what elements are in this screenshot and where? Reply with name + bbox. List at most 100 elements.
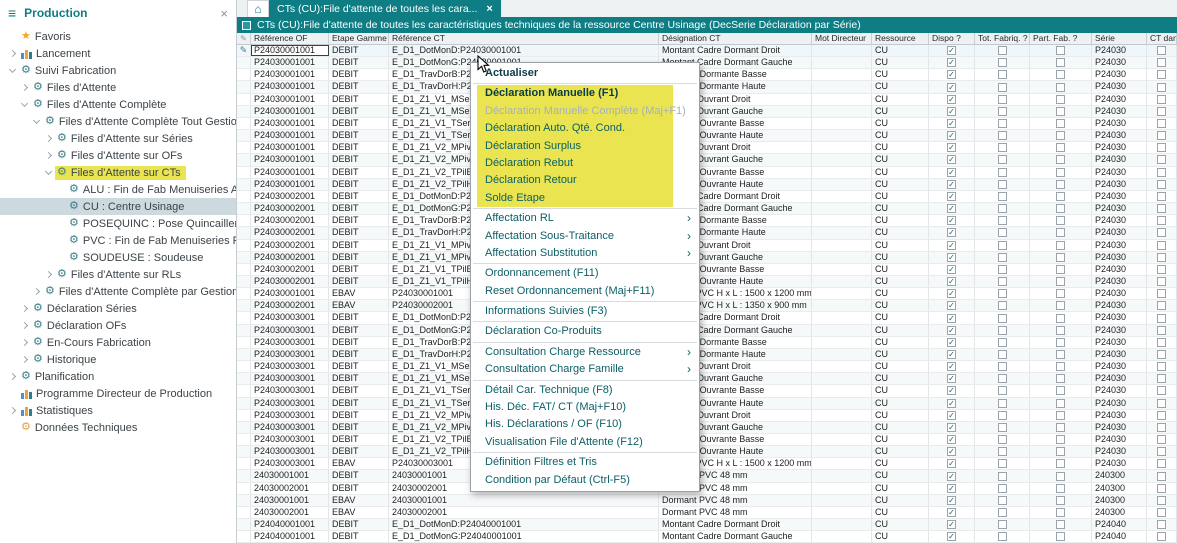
table-row[interactable]: P24030001001 DEBIT E_D1_TravDorH:P24030001…: [237, 81, 1177, 94]
row-selector-cell[interactable]: [237, 361, 251, 373]
column-header-ct_dans[interactable]: CT dans: [1147, 33, 1177, 44]
checkbox-part_fab[interactable]: [1056, 82, 1065, 92]
row-selector-cell[interactable]: [237, 154, 251, 166]
table-row[interactable]: 24030001001 EBAV 24030001001 Dormant PVC 48…: [237, 494, 1177, 507]
checkbox-tot_fabriq[interactable]: [997, 179, 1007, 189]
column-header-part_fab[interactable]: Part. Fab. ?: [1030, 33, 1092, 44]
chevron-collapsed-icon[interactable]: [42, 270, 55, 279]
checkbox-part_fab[interactable]: [1056, 46, 1065, 56]
checkbox-ct_dans[interactable]: [1157, 301, 1166, 311]
table-row[interactable]: 24030002001 DEBIT 24030002001 Dormant PVC 4…: [237, 482, 1177, 495]
checkbox-dispo[interactable]: ✓: [947, 228, 956, 238]
table-row[interactable]: P24030001001 DEBIT E_D1_Z1_V1_TSerH:P24030…: [237, 130, 1177, 143]
sidebar-item-pvc-fin-de-fab-menuiseries-pvc[interactable]: ⚙PVC : Fin de Fab Menuiseries PVC: [0, 232, 236, 249]
table-row[interactable]: P24030003001 DEBIT E_D1_Z1_V1_TSerH:P24030…: [237, 397, 1177, 410]
column-header-dispo[interactable]: Dispo ?: [929, 33, 975, 44]
checkbox-ct_dans[interactable]: [1157, 422, 1166, 432]
checkbox-dispo[interactable]: ✓: [947, 313, 956, 323]
sidebar-item-lancement[interactable]: Lancement: [0, 45, 236, 62]
row-selector-cell[interactable]: [237, 409, 251, 421]
row-selector-cell[interactable]: [237, 446, 251, 458]
checkbox-part_fab[interactable]: [1056, 362, 1065, 372]
row-selector-cell[interactable]: [237, 288, 251, 300]
checkbox-tot_fabriq[interactable]: [997, 337, 1007, 347]
table-row[interactable]: P24030001001 DEBIT E_D1_Z1_V1_TSerB:P24030…: [237, 117, 1177, 131]
sidebar-item-files-d-attente-sur-cts[interactable]: ⚙ Files d'Attente sur CTs: [0, 164, 236, 181]
row-selector-cell[interactable]: [237, 434, 251, 446]
checkbox-ct_dans[interactable]: [1157, 46, 1166, 56]
row-selector-cell[interactable]: [237, 397, 251, 409]
checkbox-dispo[interactable]: ✓: [947, 349, 956, 359]
checkbox-part_fab[interactable]: [1056, 313, 1065, 323]
checkbox-part_fab[interactable]: [1056, 398, 1065, 408]
row-selector-cell[interactable]: [237, 482, 251, 494]
sidebar-item-d-claration-ofs[interactable]: ⚙ Déclaration OFs: [0, 317, 236, 334]
chevron-expanded-icon[interactable]: [6, 65, 19, 74]
checkbox-dispo[interactable]: ✓: [947, 325, 956, 335]
table-row[interactable]: P24030001001 DEBIT E_D1_TravDorB:P24030001…: [237, 69, 1177, 82]
checkbox-part_fab[interactable]: [1056, 106, 1065, 116]
sidebar-item-historique[interactable]: ⚙ Historique: [0, 351, 236, 368]
row-selector-cell[interactable]: [237, 385, 251, 397]
chevron-collapsed-icon[interactable]: [18, 83, 31, 92]
checkbox-tot_fabriq[interactable]: [997, 447, 1007, 457]
checkbox-ct_dans[interactable]: [1157, 179, 1166, 189]
checkbox-part_fab[interactable]: [1056, 131, 1065, 141]
checkbox-tot_fabriq[interactable]: [997, 155, 1007, 165]
home-tab[interactable]: ⌂: [247, 0, 269, 17]
checkbox-dispo[interactable]: ✓: [947, 82, 956, 92]
row-selector-cell[interactable]: [237, 69, 251, 81]
table-row[interactable]: P24030003001 DEBIT E_D1_TravDorH:P24030003…: [237, 348, 1177, 362]
menu-item-actualiser[interactable]: Actualiser: [471, 65, 699, 82]
menu-item-condition-par-d-faut-ctrl-f5[interactable]: Condition par Défaut (Ctrl-F5): [471, 472, 699, 489]
checkbox-ct_dans[interactable]: [1157, 398, 1166, 408]
checkbox-ct_dans[interactable]: [1157, 58, 1166, 68]
checkbox-part_fab[interactable]: [1056, 459, 1065, 469]
checkbox-ct_dans[interactable]: [1157, 289, 1166, 299]
checkbox-part_fab[interactable]: [1056, 216, 1065, 226]
checkbox-tot_fabriq[interactable]: [997, 374, 1007, 384]
checkbox-dispo[interactable]: ✓: [947, 459, 956, 469]
row-selector-cell[interactable]: [237, 373, 251, 385]
menu-item-d-claration-auto-qt-cond[interactable]: Déclaration Auto. Qté. Cond.: [477, 120, 673, 137]
checkbox-tot_fabriq[interactable]: [997, 82, 1007, 92]
checkbox-ct_dans[interactable]: [1157, 70, 1166, 80]
row-selector-cell[interactable]: [237, 531, 251, 543]
table-row[interactable]: P24030002001 DEBIT E_D1_DotMonD:P240300020…: [237, 190, 1177, 204]
table-row[interactable]: P24030003001 DEBIT E_D1_TravDorB:P24030003…: [237, 336, 1177, 349]
table-row[interactable]: P24030003001 DEBIT E_D1_DotMonG:P240300030…: [237, 324, 1177, 337]
checkbox-tot_fabriq[interactable]: [997, 204, 1007, 214]
checkbox-dispo[interactable]: ✓: [947, 483, 956, 493]
checkbox-part_fab[interactable]: [1056, 495, 1065, 505]
sidebar-item-soudeuse-soudeuse[interactable]: ⚙ SOUDEUSE : Soudeuse: [0, 249, 236, 266]
table-row[interactable]: P24030003001 DEBIT E_D1_Z1_V2_TPilB:P24030…: [237, 434, 1177, 447]
menu-item-consultation-charge-famille[interactable]: Consultation Charge Famille ›: [471, 361, 699, 378]
checkbox-ct_dans[interactable]: [1157, 204, 1166, 214]
row-selector-cell[interactable]: [237, 57, 251, 69]
row-selector-cell[interactable]: [237, 300, 251, 312]
checkbox-part_fab[interactable]: [1056, 325, 1065, 335]
checkbox-part_fab[interactable]: [1056, 349, 1065, 359]
checkbox-ct_dans[interactable]: [1157, 459, 1166, 469]
sidebar-item-statistiques[interactable]: Statistiques: [0, 402, 236, 419]
checkbox-ct_dans[interactable]: [1157, 532, 1166, 542]
checkbox-part_fab[interactable]: [1056, 252, 1065, 262]
checkbox-tot_fabriq[interactable]: [997, 240, 1007, 250]
table-row[interactable]: P24030001001 DEBIT E_D1_Z1_V2_MPivG:P24030…: [237, 154, 1177, 167]
checkbox-part_fab[interactable]: [1056, 289, 1065, 299]
checkbox-dispo[interactable]: ✓: [947, 374, 956, 384]
hamburger-menu-icon[interactable]: ≡: [8, 5, 16, 21]
row-selector-cell[interactable]: [237, 275, 251, 288]
checkbox-dispo[interactable]: ✓: [947, 398, 956, 408]
chevron-collapsed-icon[interactable]: [6, 406, 19, 415]
checkbox-part_fab[interactable]: [1056, 447, 1065, 457]
checkbox-ct_dans[interactable]: [1157, 349, 1166, 359]
checkbox-ct_dans[interactable]: [1157, 155, 1166, 165]
table-row[interactable]: P24030002001 DEBIT E_D1_Z1_V1_TPilH:P24030…: [237, 275, 1177, 289]
checkbox-part_fab[interactable]: [1056, 143, 1065, 153]
checkbox-part_fab[interactable]: [1056, 264, 1065, 274]
checkbox-part_fab[interactable]: [1056, 277, 1065, 287]
row-selector-cell[interactable]: [237, 494, 251, 506]
menu-item-affectation-sous-traitance[interactable]: Affectation Sous-Traitance ›: [471, 228, 699, 245]
row-selector-cell[interactable]: [237, 263, 251, 275]
